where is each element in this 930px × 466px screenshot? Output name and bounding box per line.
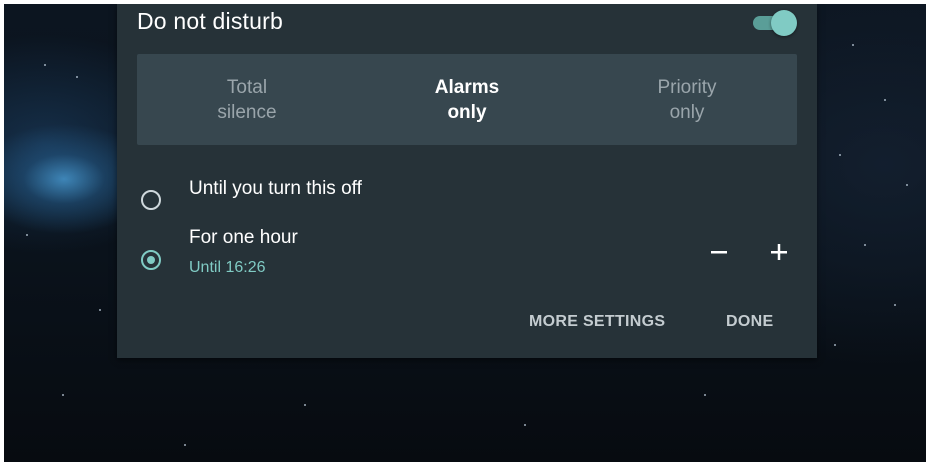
option-end-time: Until 16:26 [189,259,266,276]
do-not-disturb-panel: Do not disturb Total silence Alarms only [117,4,817,358]
mode-alarms-only[interactable]: Alarms only [357,54,577,145]
mode-label-line1: Priority [657,76,717,98]
done-button[interactable]: DONE [720,309,779,335]
more-settings-button[interactable]: MORE SETTINGS [523,309,671,335]
option-until-turned-off-label[interactable]: Until you turn this off [189,178,362,200]
increase-duration-button[interactable] [761,234,797,270]
plus-icon [771,244,787,260]
decrease-duration-button[interactable] [701,234,737,270]
do-not-disturb-toggle[interactable] [753,10,797,36]
mode-label-line1: Alarms [434,76,500,98]
mode-priority-only[interactable]: Priority only [577,54,797,145]
mode-total-silence[interactable]: Total silence [137,54,357,145]
radio-selected-dot [147,256,155,264]
toggle-thumb [771,10,797,36]
mode-selector: Total silence Alarms only Priority only [137,54,797,145]
radio-until-turned-off[interactable] [141,190,161,210]
radio-for-one-hour[interactable] [141,250,161,270]
wallpaper-background: Do not disturb Total silence Alarms only [4,4,926,462]
option-for-one-hour-label[interactable]: For one hour [189,227,298,249]
minus-icon [711,251,727,254]
mode-label-line2: silence [217,101,277,123]
mode-label-line2: only [447,101,487,123]
panel-title: Do not disturb [137,8,283,34]
mode-label-line2: only [669,101,705,123]
mode-label-line1: Total [226,76,268,98]
